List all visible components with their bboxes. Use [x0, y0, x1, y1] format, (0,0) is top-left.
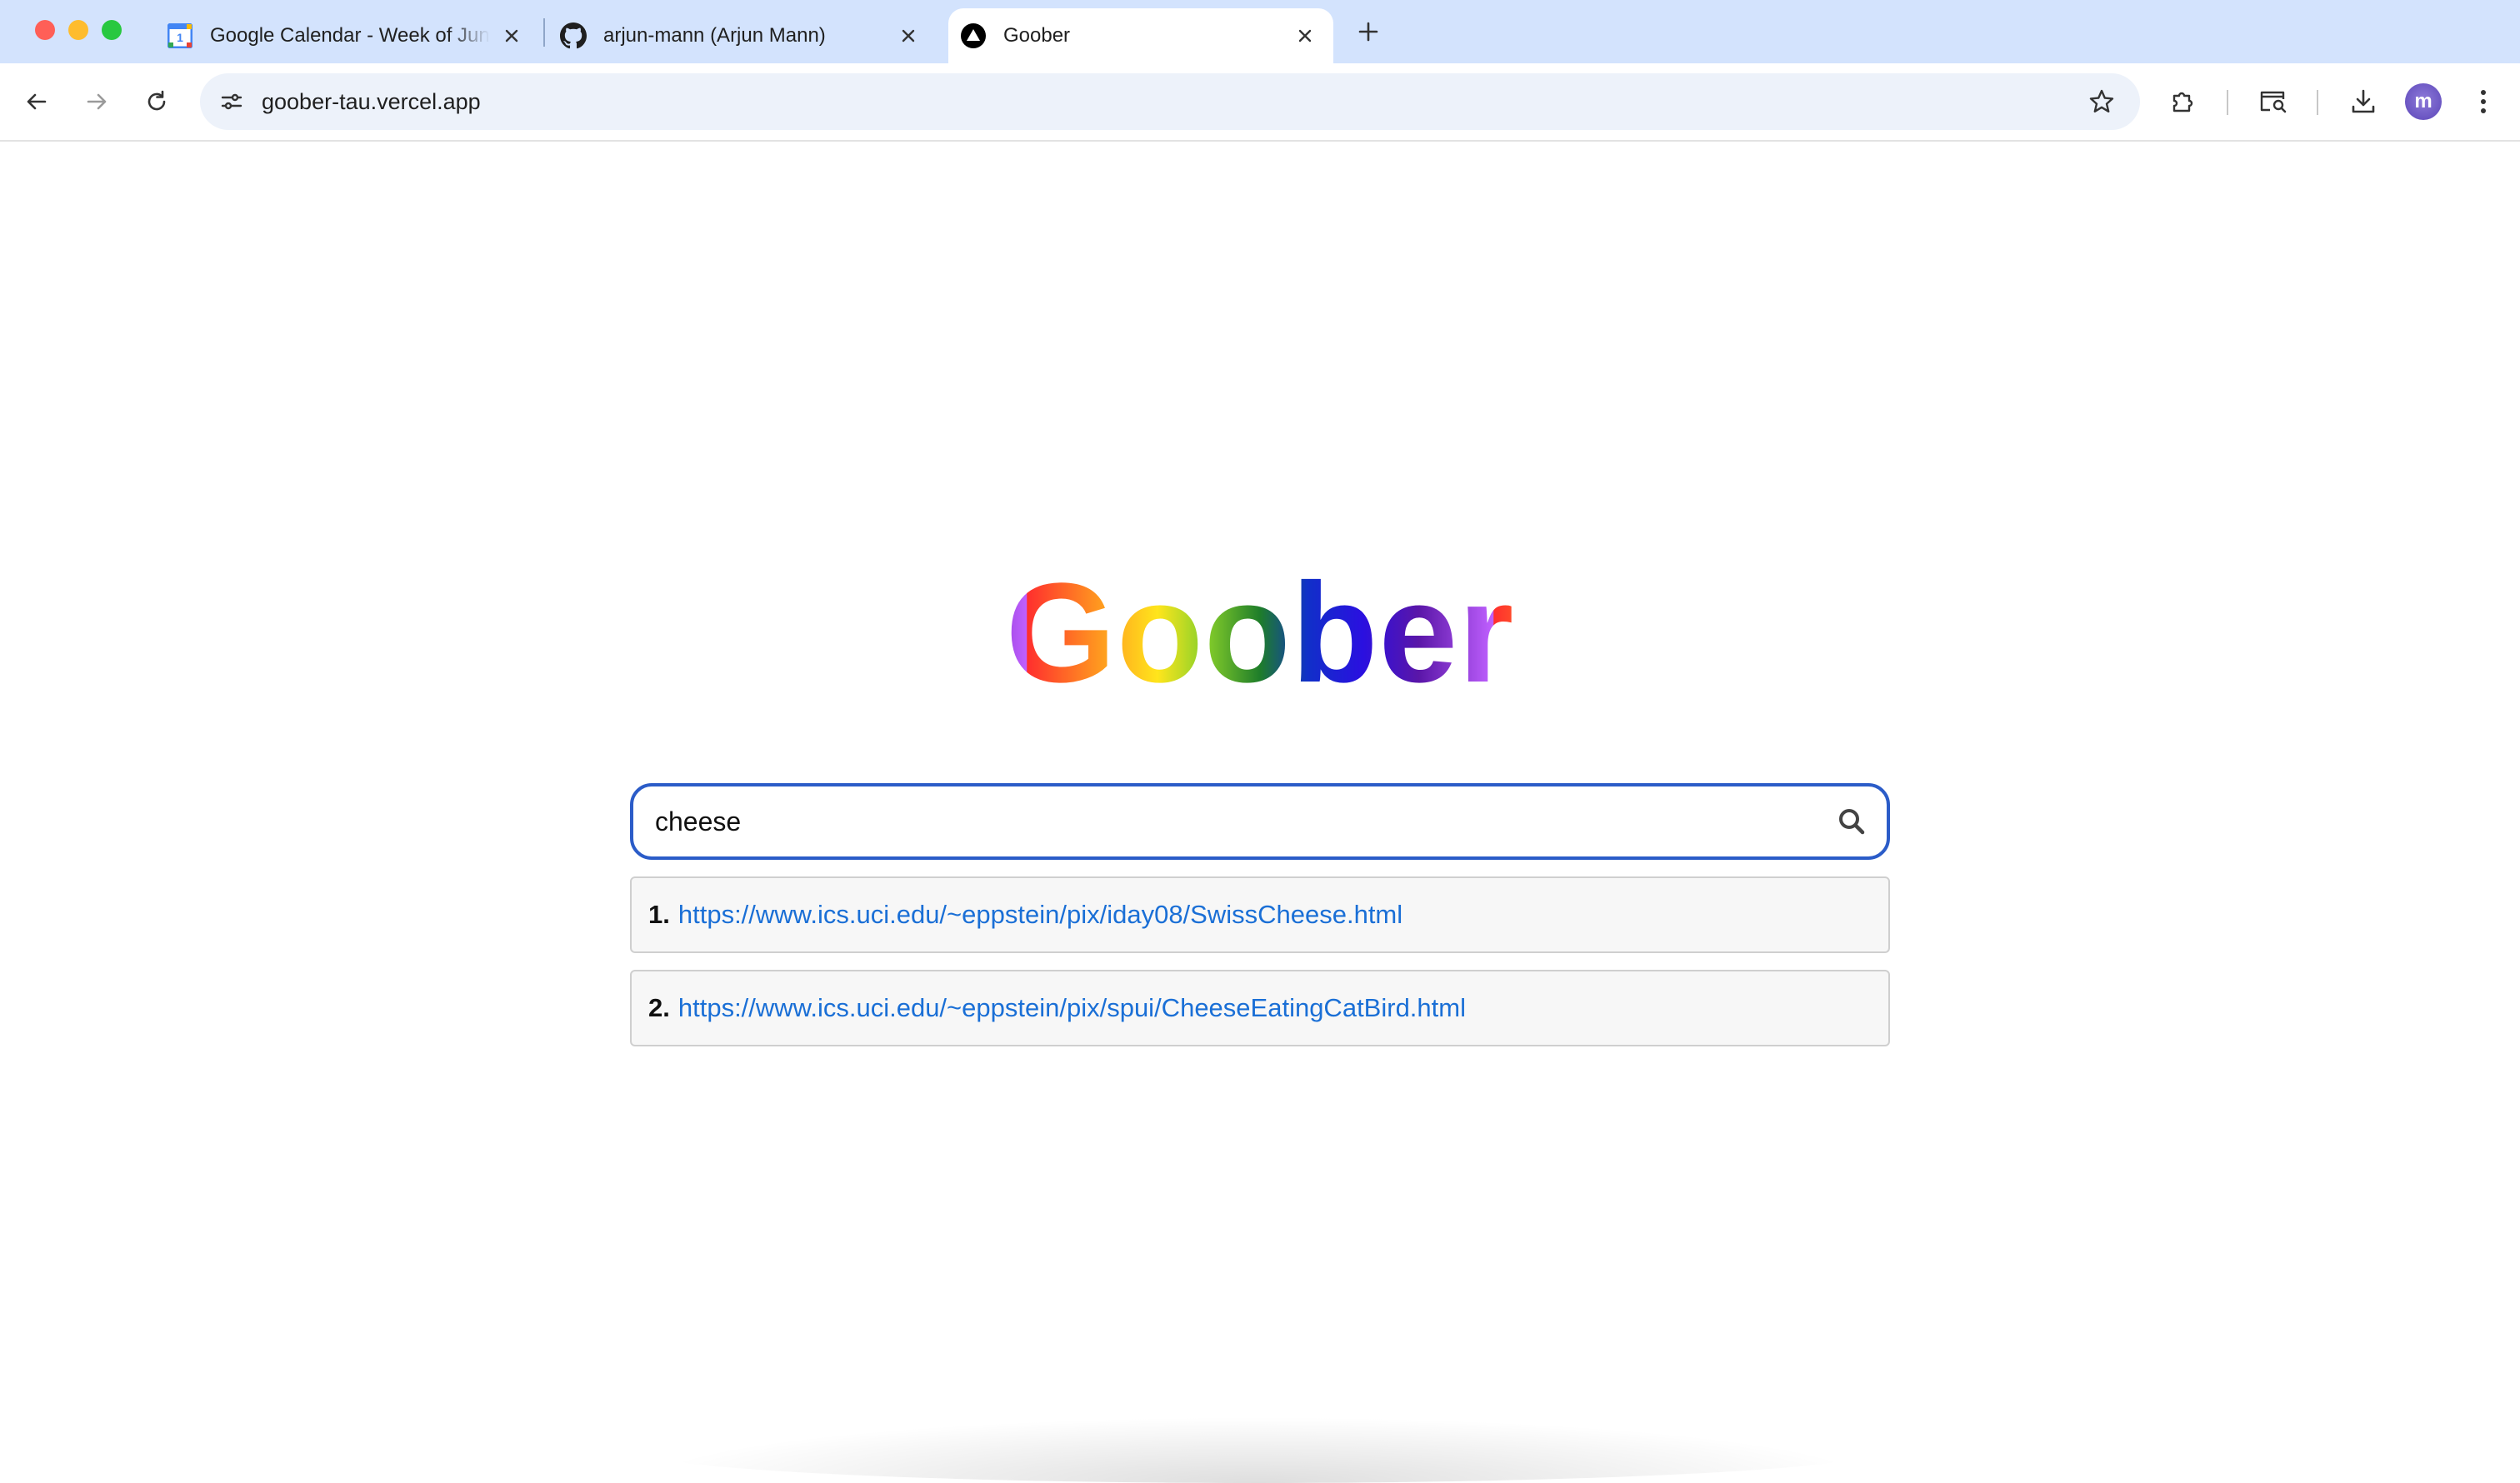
github-icon — [560, 22, 587, 49]
tab-title: Google Calendar - Week of June — [210, 24, 490, 47]
search-result: 2. https://www.ics.uci.edu/~eppstein/pix… — [630, 970, 1890, 1046]
tab-search-button[interactable] — [2253, 82, 2293, 122]
window-minimize-button[interactable] — [68, 20, 88, 40]
address-bar-url[interactable]: goober-tau.vercel.app — [262, 73, 481, 130]
tab-google-calendar[interactable]: 1 Google Calendar - Week of June — [143, 8, 540, 63]
address-bar[interactable]: goober-tau.vercel.app — [200, 73, 2140, 130]
logo-text: Goober — [1006, 550, 1514, 717]
tab-strip: 1 Google Calendar - Week of June arjun-m… — [0, 0, 2520, 63]
search-input[interactable] — [655, 786, 1805, 856]
profile-avatar[interactable]: m — [2405, 83, 2442, 120]
goober-logo: Goober — [0, 550, 2520, 717]
tab-github[interactable]: arjun-mann (Arjun Mann) — [540, 8, 937, 63]
result-link[interactable]: https://www.ics.uci.edu/~eppstein/pix/id… — [678, 900, 1402, 930]
back-button[interactable] — [17, 82, 57, 122]
new-tab-button[interactable] — [1352, 15, 1385, 48]
tab-goober[interactable]: Goober — [948, 8, 1333, 63]
search-box[interactable] — [630, 783, 1890, 860]
extensions-button[interactable] — [2163, 82, 2203, 122]
result-number: 1. — [648, 900, 670, 929]
window-close-button[interactable] — [35, 20, 55, 40]
search-icon — [1839, 809, 1865, 835]
calendar-favicon-day: 1 — [177, 31, 183, 44]
puzzle-icon — [2172, 92, 2193, 112]
tab-title: arjun-mann (Arjun Mann) — [603, 24, 826, 47]
screen-search-icon — [2260, 91, 2287, 113]
plus-icon — [1358, 22, 1378, 42]
arrow-right-icon — [87, 93, 107, 110]
avatar-initial: m — [2414, 90, 2432, 112]
download-icon — [2352, 89, 2375, 113]
browser-toolbar: goober-tau.vercel.app m — [0, 63, 2520, 142]
reload-icon — [148, 90, 166, 111]
google-calendar-icon: 1 — [167, 22, 193, 49]
search-button[interactable] — [1833, 803, 1870, 840]
reload-button[interactable] — [137, 82, 177, 122]
vercel-icon — [960, 22, 987, 49]
close-tab-icon[interactable] — [1292, 22, 1318, 49]
tab-title: Goober — [1003, 24, 1071, 47]
arrow-left-icon — [27, 93, 47, 110]
kebab-menu-icon — [2481, 90, 2486, 113]
toolbar-divider — [2317, 90, 2318, 115]
site-info-icon[interactable] — [212, 82, 252, 122]
search-result: 1. https://www.ics.uci.edu/~eppstein/pix… — [630, 876, 1890, 953]
toolbar-divider — [2227, 90, 2228, 115]
close-tab-icon[interactable] — [498, 22, 525, 49]
result-link[interactable]: https://www.ics.uci.edu/~eppstein/pix/sp… — [678, 993, 1466, 1023]
result-number: 2. — [648, 993, 670, 1022]
forward-button[interactable] — [77, 82, 117, 122]
bottom-shadow — [633, 1416, 1883, 1483]
window-zoom-button[interactable] — [102, 20, 122, 40]
chrome-menu-button[interactable] — [2463, 82, 2503, 122]
downloads-button[interactable] — [2343, 82, 2383, 122]
bookmark-star-icon[interactable] — [2082, 82, 2122, 122]
close-tab-icon[interactable] — [895, 22, 922, 49]
